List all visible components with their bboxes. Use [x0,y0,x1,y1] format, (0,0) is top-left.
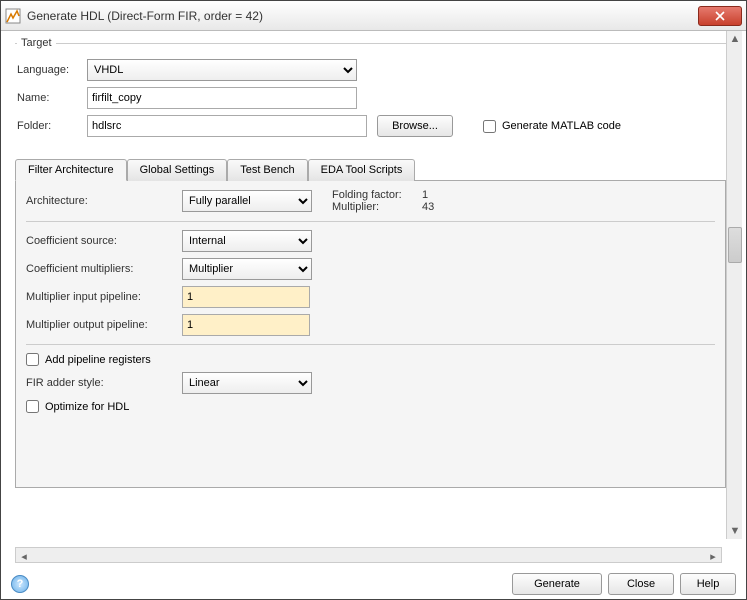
target-group: Target Language: VHDL Name: Folder: Brow… [15,37,726,147]
dialog-body: Target Language: VHDL Name: Folder: Brow… [1,31,746,569]
app-icon [5,8,21,24]
scroll-up-arrow-icon[interactable]: ▲ [727,31,743,47]
mult-output-pipeline-input[interactable] [182,314,310,336]
mult-output-pipeline-label: Multiplier output pipeline: [26,319,182,331]
tab-filter-architecture[interactable]: Filter Architecture [15,159,127,181]
help-button[interactable]: Help [680,573,736,595]
browse-button[interactable]: Browse... [377,115,453,137]
scroll-left-arrow-icon[interactable]: ◂ [16,548,32,564]
vertical-scrollbar[interactable]: ▲ ▼ [726,31,742,539]
mult-input-pipeline-input[interactable] [182,286,310,308]
multiplier-count-value: 43 [422,201,434,213]
generate-matlab-checkbox[interactable] [483,120,496,133]
target-legend: Target [17,37,56,49]
language-select[interactable]: VHDL [87,59,357,81]
close-icon [715,11,725,21]
separator [26,344,715,345]
folder-input[interactable] [87,115,367,137]
generate-matlab-label: Generate MATLAB code [502,120,621,132]
multiplier-count-label: Multiplier: [332,201,422,213]
folding-factor-value: 1 [422,189,428,201]
title-bar: Generate HDL (Direct-Form FIR, order = 4… [1,1,746,31]
architecture-label: Architecture: [26,195,182,207]
add-pipeline-registers-checkbox[interactable] [26,353,39,366]
window-title: Generate HDL (Direct-Form FIR, order = 4… [27,9,698,23]
scroll-thumb[interactable] [728,227,742,263]
coeff-source-label: Coefficient source: [26,235,182,247]
name-input[interactable] [87,87,357,109]
folding-factor-label: Folding factor: [332,189,422,201]
close-window-button[interactable] [698,6,742,26]
tab-bar: Filter Architecture Global Settings Test… [15,159,726,181]
footer-bar: ? Generate Close Help [1,569,746,599]
coeff-source-select[interactable]: Internal [182,230,312,252]
horizontal-scrollbar[interactable]: ◂ ▸ [15,547,722,563]
close-button[interactable]: Close [608,573,674,595]
coeff-multipliers-select[interactable]: Multiplier [182,258,312,280]
separator [26,221,715,222]
tab-test-bench[interactable]: Test Bench [227,159,307,181]
mult-input-pipeline-label: Multiplier input pipeline: [26,291,182,303]
tab-eda-tool-scripts[interactable]: EDA Tool Scripts [308,159,416,181]
folder-label: Folder: [17,120,87,132]
tab-panel-filter-architecture: Architecture: Fully parallel Folding fac… [15,180,726,488]
tab-group: Filter Architecture Global Settings Test… [15,159,726,488]
fir-adder-style-label: FIR adder style: [26,377,182,389]
add-pipeline-registers-label: Add pipeline registers [45,354,151,366]
name-label: Name: [17,92,87,104]
scroll-track[interactable] [727,47,742,523]
scroll-down-arrow-icon[interactable]: ▼ [727,523,743,539]
optimize-for-hdl-label: Optimize for HDL [45,401,129,413]
coeff-multipliers-label: Coefficient multipliers: [26,263,182,275]
language-label: Language: [17,64,87,76]
generate-button[interactable]: Generate [512,573,602,595]
scroll-right-arrow-icon[interactable]: ▸ [705,548,721,564]
architecture-select[interactable]: Fully parallel [182,190,312,212]
tab-global-settings[interactable]: Global Settings [127,159,228,181]
fir-adder-style-select[interactable]: Linear [182,372,312,394]
optimize-for-hdl-checkbox[interactable] [26,400,39,413]
help-icon[interactable]: ? [11,575,29,593]
